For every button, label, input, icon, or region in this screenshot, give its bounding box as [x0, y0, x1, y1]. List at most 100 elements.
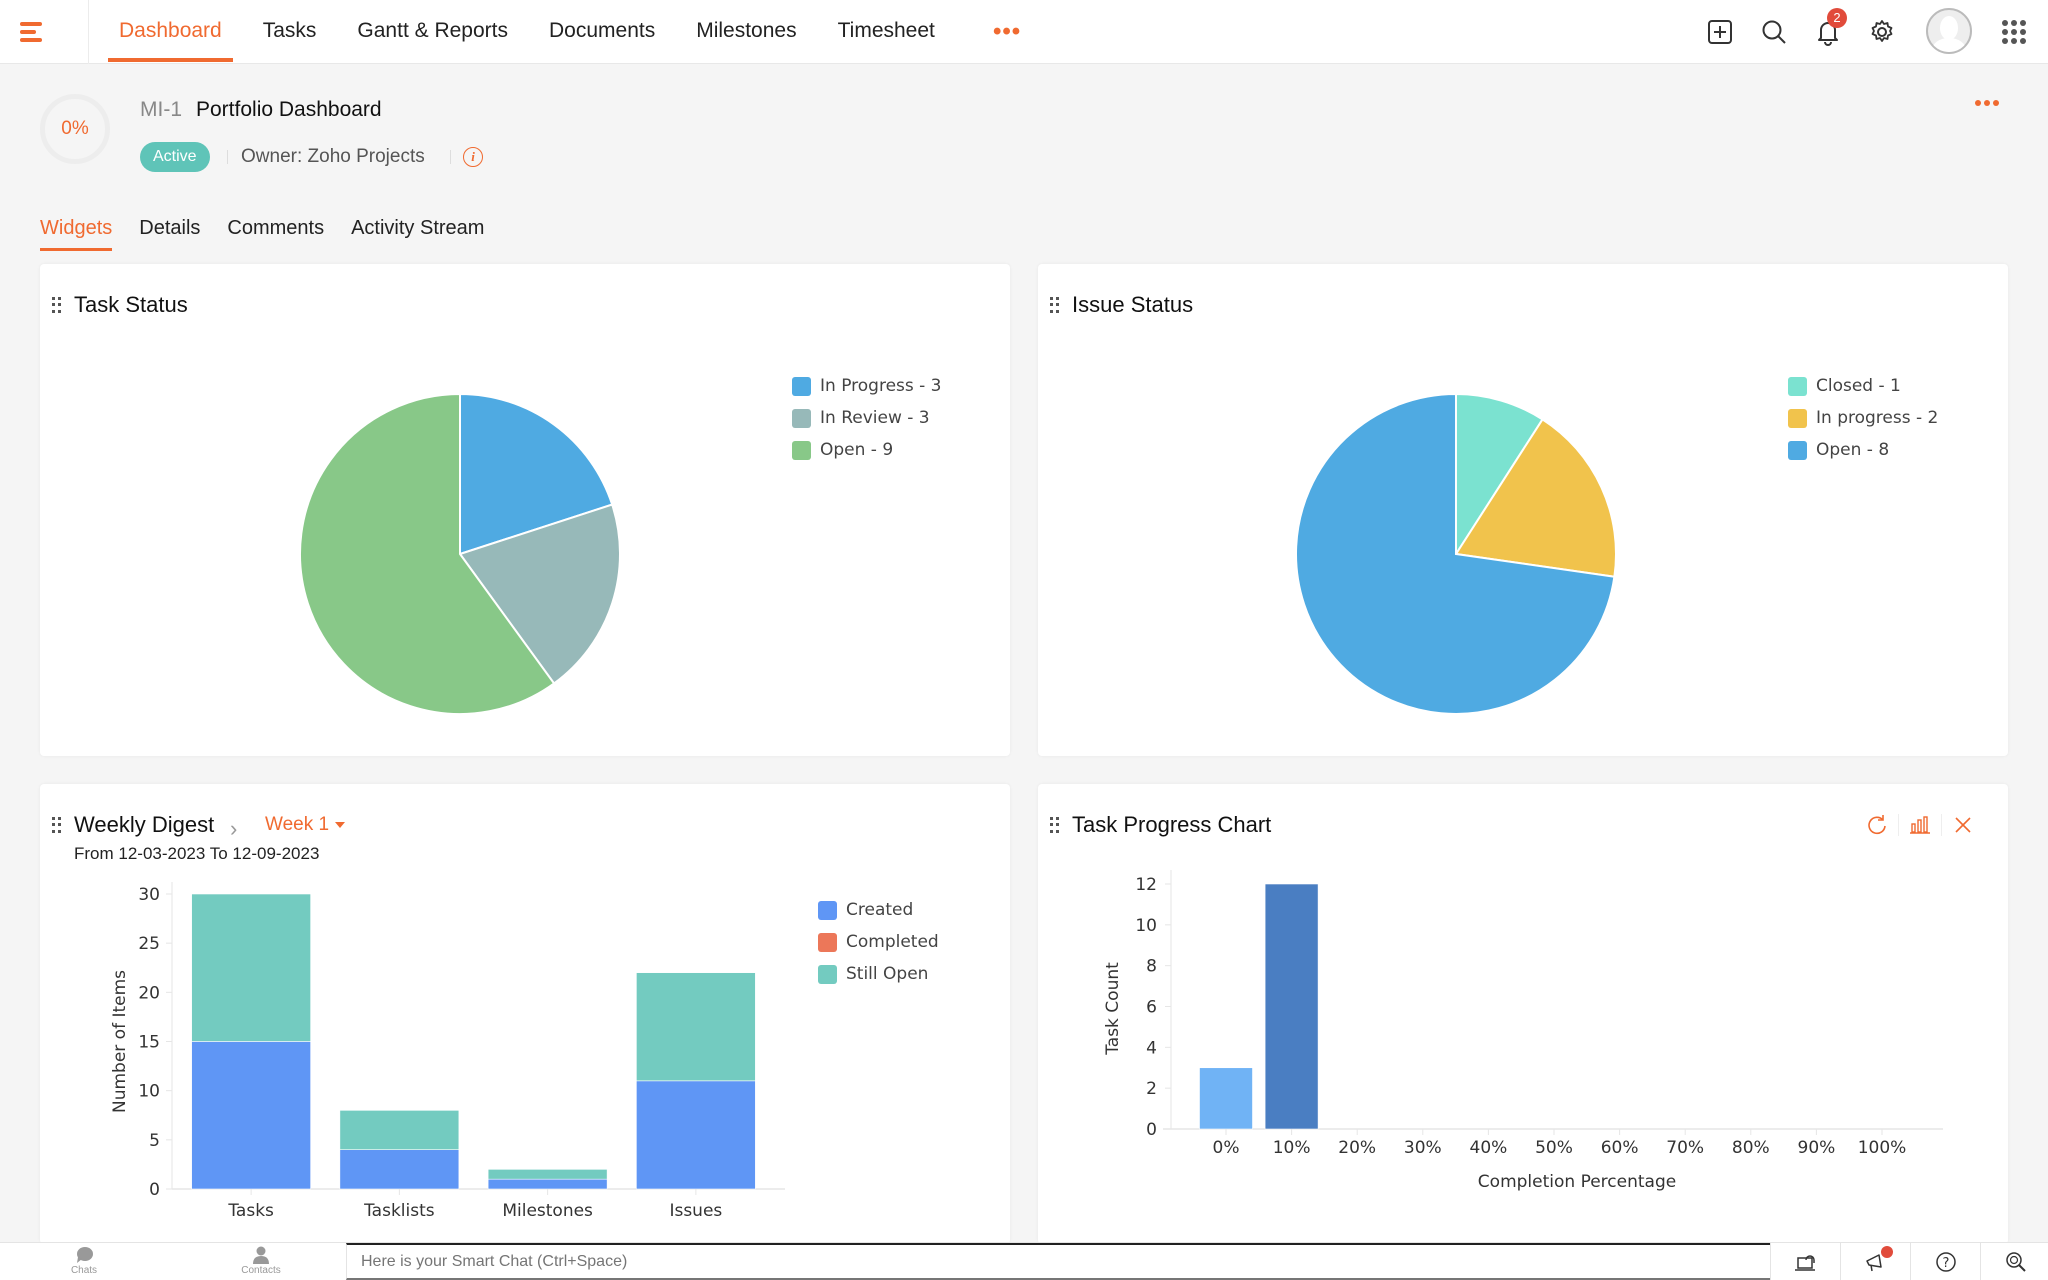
gear-icon[interactable] [1866, 16, 1898, 48]
announcement-badge [1881, 1246, 1893, 1258]
subtab-widgets[interactable]: Widgets [40, 210, 113, 251]
y-tick-label: 5 [149, 1131, 160, 1151]
bar-issues-still-open[interactable] [636, 972, 756, 1082]
legend-swatch [792, 376, 811, 396]
x-tick-label: Tasks [227, 1201, 274, 1221]
widget-title: Issue Status [1072, 292, 1194, 317]
legend-label: Closed - 1 [1816, 376, 1901, 396]
y-tick-label: 0 [149, 1180, 160, 1200]
legend-item-open[interactable]: Open - 8 [1788, 434, 1938, 466]
project-id: MI-1 [140, 98, 182, 121]
bar-tasklists-created[interactable] [339, 1149, 460, 1190]
drag-handle-icon[interactable] [52, 817, 62, 833]
legend-swatch [818, 964, 837, 984]
header-divider [227, 150, 228, 164]
legend-item-in-progress[interactable]: In progress - 2 [1788, 402, 1938, 434]
legend-swatch [818, 900, 837, 920]
subtab-activity-stream[interactable]: Activity Stream [351, 210, 484, 250]
tab-milestones[interactable]: Milestones [685, 0, 807, 64]
y-tick-label: 2 [1146, 1079, 1157, 1099]
add-icon[interactable] [1704, 16, 1736, 48]
y-tick-label: 25 [138, 934, 160, 954]
chevron-down-icon [335, 821, 346, 828]
tab-dashboard[interactable]: Dashboard [108, 0, 233, 64]
bar-milestones-still-open[interactable] [487, 1169, 608, 1180]
legend-item-still-open[interactable]: Still Open [818, 958, 939, 990]
x-tick-label: 40% [1470, 1138, 1508, 1158]
help-icon[interactable]: ? [1910, 1243, 1980, 1280]
tab-tasks[interactable]: Tasks [252, 0, 328, 64]
search-icon[interactable] [1758, 16, 1790, 48]
widget-title: Task Status [74, 292, 188, 317]
x-tick-label: 10% [1273, 1138, 1311, 1158]
zia-search-icon[interactable] [1980, 1243, 2048, 1280]
y-tick-label: 4 [1146, 1038, 1157, 1058]
subtab-comments[interactable]: Comments [227, 210, 324, 250]
y-tick-label: 8 [1146, 957, 1157, 977]
date-range: From 12-03-2023 To 12-09-2023 [74, 844, 320, 863]
apps-grid-icon[interactable] [2002, 20, 2026, 44]
x-axis-label: Completion Percentage [1478, 1172, 1676, 1192]
y-axis-label: Number of Items [110, 970, 130, 1113]
close-icon[interactable] [1950, 812, 1976, 838]
more-tabs-button[interactable]: ••• [993, 20, 1021, 44]
drag-handle-icon[interactable] [52, 297, 62, 313]
project-more-options-icon[interactable] [1975, 100, 1999, 106]
task-status-legend: In Progress - 3 In Review - 3 Open - 9 [792, 370, 942, 466]
legend-item-open[interactable]: Open - 9 [792, 434, 942, 466]
week-dropdown-value: Week 1 [265, 814, 330, 835]
chevron-right-icon[interactable]: › [230, 816, 237, 842]
menu-icon[interactable] [20, 20, 46, 44]
x-tick-label: Milestones [502, 1201, 593, 1221]
task-progress-bar-chart: 0 2 4 6 8 10 12 Task Count 0% 10% 20% 30% 40% 50% 60% 7… [1103, 870, 1943, 1192]
avatar[interactable] [1926, 8, 1972, 54]
issue-status-legend: Closed - 1 In progress - 2 Open - 8 [1788, 370, 1938, 466]
legend-item-closed[interactable]: Closed - 1 [1788, 370, 1938, 402]
info-icon[interactable]: i [463, 147, 483, 167]
question-icon: ? [1935, 1251, 1956, 1272]
bottom-bar: Chats Contacts ? [0, 1242, 2048, 1280]
magnifier-icon [2005, 1251, 2026, 1272]
announcement-icon[interactable] [1840, 1243, 1910, 1280]
x-tick-label: 80% [1732, 1138, 1770, 1158]
tab-timesheet[interactable]: Timesheet [827, 0, 946, 64]
chart-type-icon[interactable] [1907, 812, 1933, 838]
legend-label: In Review - 3 [820, 408, 930, 428]
support-icon[interactable] [1770, 1243, 1840, 1280]
legend-item-in-review[interactable]: In Review - 3 [792, 402, 942, 434]
bar-issues-created[interactable] [636, 1080, 756, 1190]
legend-label: In Progress - 3 [820, 376, 942, 396]
task-status-pie-chart [299, 392, 621, 715]
chats-button[interactable]: Chats [44, 1245, 124, 1276]
week-dropdown[interactable]: Week 1 [265, 814, 346, 836]
legend-swatch [818, 932, 837, 952]
status-badge[interactable]: Active [140, 142, 210, 172]
bar-tasks-created[interactable] [191, 1041, 311, 1190]
bar-0[interactable] [1199, 1067, 1253, 1130]
subtab-details[interactable]: Details [139, 210, 200, 250]
tab-gantt-reports[interactable]: Gantt & Reports [346, 0, 519, 64]
legend-item-in-progress[interactable]: In Progress - 3 [792, 370, 942, 402]
refresh-icon[interactable] [1864, 812, 1890, 838]
chats-label: Chats [70, 1265, 98, 1276]
drag-handle-icon[interactable] [1050, 297, 1060, 313]
legend-item-created[interactable]: Created [818, 894, 939, 926]
x-tick-label: 50% [1535, 1138, 1573, 1158]
weekly-digest-bar-chart: 0 5 10 15 20 25 30 Number of Items Tasks Tasklist… [110, 882, 785, 1221]
issue-status-widget: Issue Status Closed - 1 In progress - 2 Op… [1038, 264, 2008, 756]
legend-swatch [792, 440, 811, 460]
tab-documents[interactable]: Documents [538, 0, 666, 64]
contacts-button[interactable]: Contacts [221, 1245, 301, 1276]
x-tick-label: 20% [1338, 1138, 1376, 1158]
legend-item-completed[interactable]: Completed [818, 926, 939, 958]
legend-label: Open - 8 [1816, 440, 1890, 460]
bar-milestones-created[interactable] [487, 1178, 608, 1190]
y-tick-label: 6 [1146, 998, 1157, 1018]
task-status-widget: Task Status In Progress - 3 In Review - 3… [40, 264, 1010, 756]
weekly-digest-widget: Weekly Digest › Week 1 From 12-03-2023 T… [40, 784, 1010, 1244]
bar-tasklists-still-open[interactable] [339, 1110, 460, 1150]
drag-handle-icon[interactable] [1050, 817, 1060, 833]
bar-10[interactable] [1264, 883, 1319, 1130]
smart-chat-input[interactable] [346, 1243, 1770, 1280]
bar-tasks-still-open[interactable] [191, 893, 311, 1042]
